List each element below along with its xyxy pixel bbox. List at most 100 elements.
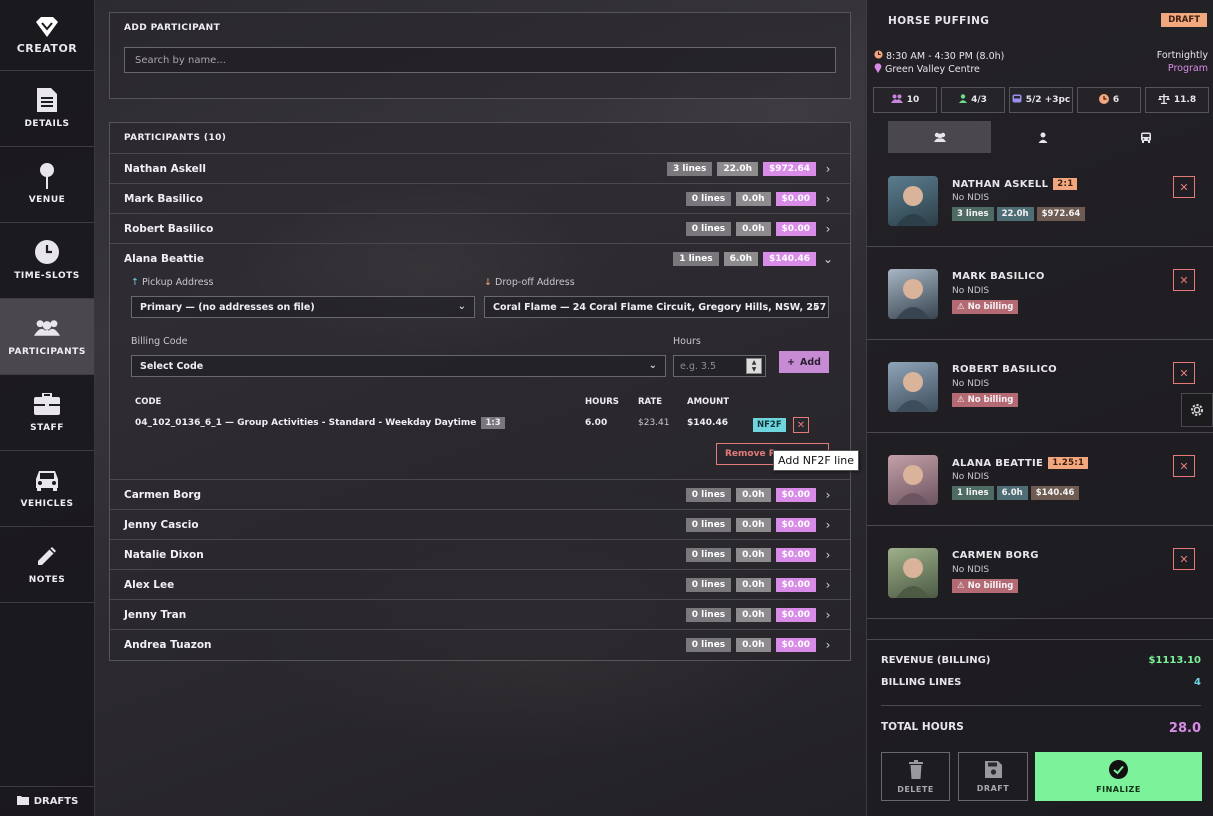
nav-item-venue[interactable]: VENUE: [0, 147, 94, 223]
participant-row[interactable]: Natalie Dixon 0 lines 0.0h $0.00 ›: [110, 539, 850, 569]
drafts-button[interactable]: DRAFTS: [0, 786, 95, 816]
participant-card-name: MARK BASILICO: [952, 271, 1045, 282]
chevron-right-icon[interactable]: ›: [820, 518, 836, 532]
chevron-right-icon[interactable]: ›: [820, 162, 836, 176]
billing-line-code: 04_102_0136_6_1 — Group Activities - Sta…: [135, 417, 505, 429]
nf2f-button[interactable]: NF2F: [753, 418, 786, 432]
remove-participant-button[interactable]: ✕: [1173, 455, 1195, 477]
chevron-right-icon[interactable]: ›: [820, 192, 836, 206]
hours-badge: 0.0h: [736, 487, 771, 502]
participant-row[interactable]: Mark Basilico 0 lines 0.0h $0.00 ›: [110, 183, 850, 213]
chevron-right-icon[interactable]: ›: [820, 638, 836, 652]
remove-participant-button[interactable]: ✕: [1173, 176, 1195, 198]
participant-row[interactable]: Carmen Borg 0 lines 0.0h $0.00 ›: [110, 479, 850, 509]
participant-card[interactable]: ALANA BEATTIE 1.25:1 No NDIS 1 lines 6.0…: [867, 433, 1213, 526]
revenue-label: REVENUE (BILLING): [881, 655, 991, 666]
add-billing-line-button[interactable]: + Add: [779, 351, 829, 373]
nav-item-staff[interactable]: STAFF: [0, 375, 94, 451]
participant-card[interactable]: ROBERT BASILICO No NDIS ⚠ No billing ✕: [867, 340, 1213, 433]
participant-search-input[interactable]: Search by name...: [124, 47, 836, 73]
users-icon: [890, 94, 903, 106]
participant-card-name: NATHAN ASKELL 2:1: [952, 178, 1078, 190]
remove-participant-button[interactable]: ✕: [1173, 548, 1195, 570]
brand: CREATOR: [0, 0, 94, 71]
billing-lines-row: BILLING LINES 4: [881, 677, 1201, 688]
dropoff-address-select[interactable]: Coral Flame — 24 Coral Flame Circuit, Gr…: [484, 296, 829, 318]
participant-name: Jenny Tran: [124, 608, 187, 621]
participant-row[interactable]: Jenny Tran 0 lines 0.0h $0.00 ›: [110, 599, 850, 629]
users-icon: [933, 132, 946, 142]
hours-input[interactable]: e.g. 3.5 ▲ ▼: [673, 355, 766, 377]
participant-name: Andrea Tuazon: [124, 638, 212, 651]
pickup-address-select[interactable]: Primary — (no addresses on file) ⌄: [131, 296, 475, 318]
nav-item-details[interactable]: DETAILS: [0, 71, 94, 147]
remove-participant-button[interactable]: ✕: [1173, 362, 1195, 384]
nav-item-vehicles[interactable]: VEHICLES: [0, 451, 94, 527]
participant-card-name: ROBERT BASILICO: [952, 364, 1057, 375]
participant-row[interactable]: Nathan Askell 3 lines 22.0h $972.64 ›: [110, 153, 850, 183]
participant-row[interactable]: Alana Beattie 1 lines 6.0h $140.46 ⌄: [110, 243, 850, 273]
add-participant-panel: ADD PARTICIPANT Search by name...: [109, 12, 851, 99]
nav-label: DETAILS: [24, 119, 70, 129]
amount-badge: $972.64: [1036, 207, 1086, 221]
nav-item-participants[interactable]: PARTICIPANTS: [0, 299, 94, 375]
finalize-button[interactable]: FINALIZE: [1035, 752, 1202, 801]
event-title: HORSE PUFFING: [888, 15, 990, 27]
hours-badge: 0.0h: [736, 191, 771, 206]
amount-badge: $0.00: [775, 221, 816, 236]
warning-icon: ⚠: [957, 302, 965, 312]
tab-staff[interactable]: [991, 121, 1094, 153]
map-pin-icon: [874, 63, 882, 76]
clock-icon: [874, 50, 883, 62]
save-draft-button[interactable]: DRAFT: [958, 752, 1028, 801]
participant-name: Nathan Askell: [124, 162, 206, 175]
remove-participant-button[interactable]: ✕: [1173, 269, 1195, 291]
avatar: [888, 269, 938, 319]
participant-row[interactable]: Andrea Tuazon 0 lines 0.0h $0.00 ›: [110, 629, 850, 659]
remove-line-button[interactable]: ✕: [793, 417, 809, 433]
sidebar: CREATOR DETAILS VENUE TIME-SLOTS PARTICI…: [0, 0, 95, 816]
billing-code-select[interactable]: Select Code ⌄: [131, 355, 666, 377]
dropoff-address-label: ↓ Drop-off Address: [484, 277, 575, 288]
participant-name: Carmen Borg: [124, 488, 202, 501]
event-summary-panel: HORSE PUFFING DRAFT 8:30 AM - 4:30 PM (8…: [866, 0, 1213, 816]
chevron-down-icon[interactable]: ⌄: [820, 252, 836, 266]
tooltip: Add NF2F line: [773, 450, 860, 471]
warning-icon: ⚠: [957, 395, 965, 405]
number-stepper[interactable]: ▲ ▼: [746, 358, 762, 374]
chevron-right-icon[interactable]: ›: [820, 488, 836, 502]
chevron-right-icon[interactable]: ›: [820, 222, 836, 236]
chevron-right-icon[interactable]: ›: [820, 578, 836, 592]
billing-lines-value: 4: [1194, 677, 1201, 688]
chevron-right-icon[interactable]: ›: [820, 608, 836, 622]
participant-row[interactable]: Jenny Cascio 0 lines 0.0h $0.00 ›: [110, 509, 850, 539]
participant-row[interactable]: Alex Lee 0 lines 0.0h $0.00 ›: [110, 569, 850, 599]
hours-badge: 0.0h: [736, 517, 771, 532]
delete-button[interactable]: DELETE: [881, 752, 950, 801]
nav-item-time-slots[interactable]: TIME-SLOTS: [0, 223, 94, 299]
avatar: [888, 455, 938, 505]
clock-icon: [1098, 93, 1109, 107]
hours-badge: 22.0h: [717, 161, 758, 176]
chevron-down-icon: ⌄: [811, 301, 820, 312]
nav-item-notes[interactable]: NOTES: [0, 527, 94, 603]
col-amount-header: AMOUNT: [687, 397, 730, 407]
hours-badge: 0.0h: [736, 221, 771, 236]
tab-participants[interactable]: [888, 121, 992, 153]
stat-clock: 6: [1077, 87, 1141, 113]
chevron-right-icon[interactable]: ›: [820, 548, 836, 562]
settings-gear-button[interactable]: [1181, 393, 1213, 427]
participant-card[interactable]: NATHAN ASKELL 2:1 No NDIS 3 lines 22.0h …: [867, 154, 1213, 247]
tab-vehicles[interactable]: [1095, 121, 1198, 153]
pencil-icon: [34, 544, 60, 568]
hours-badge: 22.0h: [996, 207, 1034, 221]
event-program: Program: [1167, 63, 1208, 74]
participant-card-name: CARMEN BORG: [952, 550, 1039, 561]
participant-card[interactable]: CARMEN BORG No NDIS ⚠ No billing ✕: [867, 526, 1213, 619]
participant-card[interactable]: MARK BASILICO No NDIS ⚠ No billing ✕: [867, 247, 1213, 340]
billing-code-label: Billing Code: [131, 336, 188, 347]
event-stats: 10 4/3 5/2 +3pc 6 11.8: [873, 87, 1209, 113]
participant-row[interactable]: Robert Basilico 0 lines 0.0h $0.00 ›: [110, 213, 850, 243]
ndis-status: No NDIS: [952, 286, 990, 296]
lines-badge: 0 lines: [685, 577, 732, 592]
